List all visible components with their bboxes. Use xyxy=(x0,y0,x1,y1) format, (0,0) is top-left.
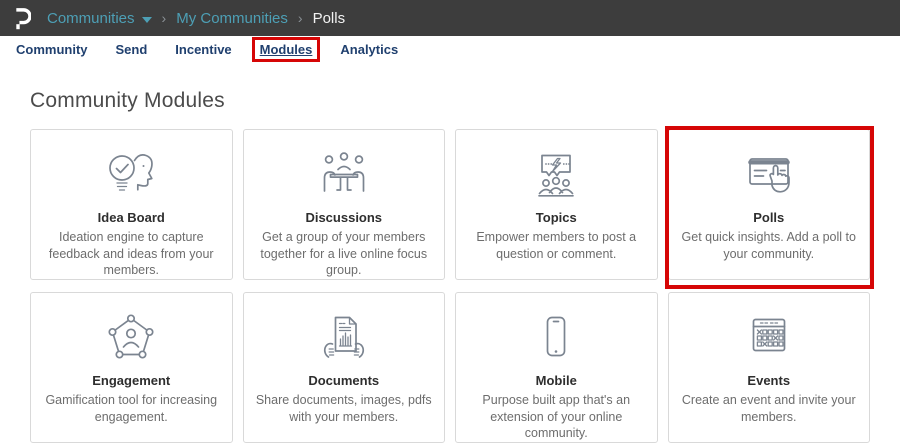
personify-logo-icon[interactable] xyxy=(14,6,31,30)
module-title: Polls xyxy=(753,210,785,225)
tab-community[interactable]: Community xyxy=(16,42,88,57)
module-description: Ideation engine to capture feedback and … xyxy=(48,230,214,277)
module-card-idea-board[interactable]: Idea Board Ideation engine to capture fe… xyxy=(30,129,233,280)
module-title: Events xyxy=(747,373,791,388)
breadcrumb: Communities › My Communities › Polls xyxy=(47,10,345,27)
module-description: Get a group of your members together for… xyxy=(260,230,428,277)
topics-icon xyxy=(467,144,646,208)
module-grid: Idea Board Ideation engine to capture fe… xyxy=(30,126,874,443)
discussions-icon xyxy=(255,144,434,208)
module-card-topics[interactable]: Topics Empower members to post a questio… xyxy=(455,129,658,280)
module-card-engagement[interactable]: Engagement Gamification tool for increas… xyxy=(30,292,233,443)
module-title: Engagement xyxy=(92,373,171,388)
breadcrumb-separator: › xyxy=(161,10,167,26)
documents-icon xyxy=(255,307,434,371)
app-header: Communities › My Communities › Polls xyxy=(0,0,900,36)
module-card-polls[interactable]: Polls Get quick insights. Add a poll to … xyxy=(664,126,874,289)
idea-board-icon xyxy=(42,144,221,208)
events-icon xyxy=(680,307,859,371)
module-description: Create an event and invite your members. xyxy=(681,393,856,424)
module-title: Mobile xyxy=(535,373,577,388)
module-card-mobile[interactable]: Mobile Purpose built app that's an exten… xyxy=(455,292,658,443)
module-title: Discussions xyxy=(305,210,383,225)
section-tabbar: Community Send Incentive Modules Analyti… xyxy=(0,36,900,62)
module-description: Share documents, images, pdfs with your … xyxy=(255,393,432,424)
module-description: Get quick insights. Add a poll to your c… xyxy=(681,230,856,261)
page-title: Community Modules xyxy=(30,89,225,112)
mobile-icon xyxy=(467,307,646,371)
breadcrumb-separator: › xyxy=(297,10,303,26)
module-title: Topics xyxy=(535,210,577,225)
tab-analytics[interactable]: Analytics xyxy=(340,42,398,57)
chevron-down-icon xyxy=(141,16,152,23)
breadcrumb-my-communities[interactable]: My Communities xyxy=(176,10,288,27)
module-card-events[interactable]: Events Create an event and invite your m… xyxy=(667,292,870,443)
tab-incentive[interactable]: Incentive xyxy=(175,42,231,57)
breadcrumb-polls-current: Polls xyxy=(312,9,346,27)
tab-modules[interactable]: Modules xyxy=(251,36,321,62)
module-title: Idea Board xyxy=(97,210,165,225)
module-card-documents[interactable]: Documents Share documents, images, pdfs … xyxy=(242,292,445,443)
breadcrumb-communities[interactable]: Communities xyxy=(47,10,152,27)
main-content: Community Modules Idea Board Ideation en… xyxy=(0,89,900,443)
module-card-discussions[interactable]: Discussions Get a group of your members … xyxy=(242,129,445,280)
module-description: Gamification tool for increasing engagem… xyxy=(45,393,218,424)
module-description: Empower members to post a question or co… xyxy=(476,230,637,261)
engagement-icon xyxy=(42,307,221,371)
module-title: Documents xyxy=(308,373,380,388)
tab-send[interactable]: Send xyxy=(116,42,148,57)
polls-icon xyxy=(680,144,859,208)
module-description: Purpose built app that's an extension of… xyxy=(482,393,631,440)
